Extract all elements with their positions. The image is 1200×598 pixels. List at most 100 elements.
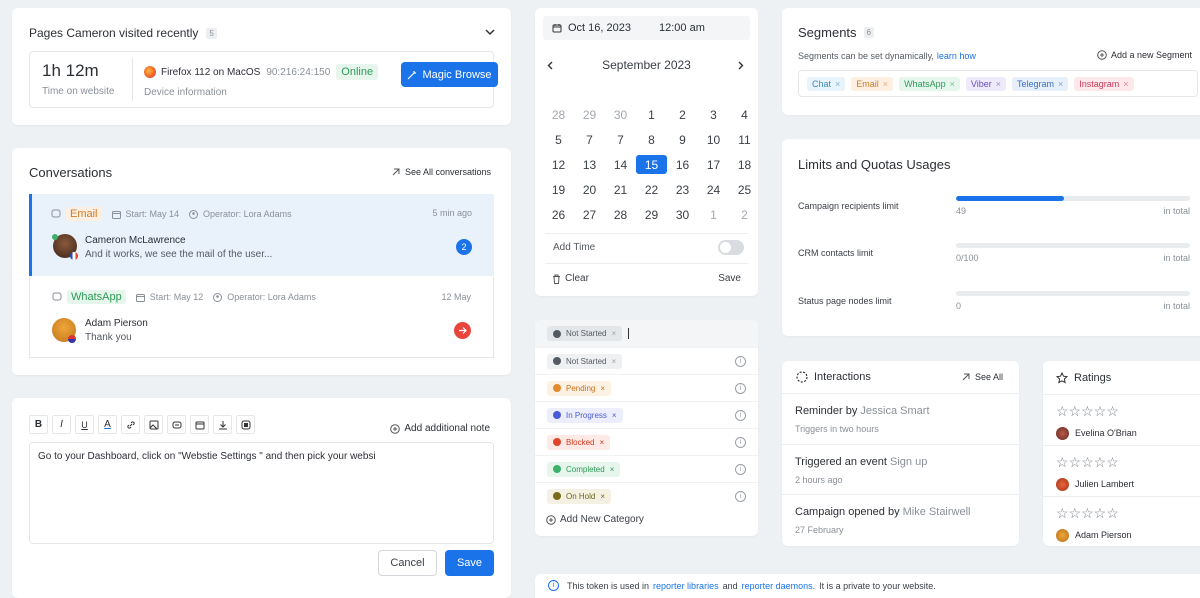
info-icon[interactable]: i: [735, 490, 746, 502]
segments-input[interactable]: Chat × Email × WhatsApp × Viber × Telegram × …: [798, 70, 1198, 97]
magic-browse-button[interactable]: Magic Browse: [401, 62, 498, 87]
underline-button[interactable]: U: [75, 415, 94, 434]
day-cell[interactable]: 20: [574, 180, 605, 199]
remove-icon[interactable]: ×: [611, 357, 616, 366]
info-icon[interactable]: i: [735, 409, 746, 421]
day-cell[interactable]: 16: [667, 155, 698, 174]
remove-icon[interactable]: ×: [883, 79, 888, 89]
embed-icon[interactable]: [167, 415, 186, 434]
interaction-item[interactable]: Triggered an event Sign up 2 hours ago: [782, 444, 1019, 494]
rating-stars[interactable]: ☆☆☆☆☆: [1056, 505, 1119, 522]
status-dot: [553, 465, 561, 473]
day-cell[interactable]: 7: [605, 130, 636, 149]
day-cell[interactable]: 5: [543, 130, 574, 149]
reporter-libraries-link[interactable]: reporter libraries: [653, 581, 719, 591]
date-time-header[interactable]: Oct 16, 2023 12:00 am: [543, 16, 750, 40]
day-cell[interactable]: 23: [667, 180, 698, 199]
day-cell[interactable]: 11: [729, 130, 760, 149]
day-cell[interactable]: 8: [636, 130, 667, 149]
info-icon[interactable]: i: [735, 382, 746, 394]
add-category-button[interactable]: Add New Category: [546, 514, 644, 525]
status-option[interactable]: Not Started × i: [535, 347, 758, 374]
remove-icon[interactable]: ×: [1058, 79, 1063, 89]
day-cell[interactable]: 21: [605, 180, 636, 199]
day-cell[interactable]: 17: [698, 155, 729, 174]
info-icon[interactable]: i: [735, 355, 746, 367]
day-cell[interactable]: 25: [729, 180, 760, 199]
see-all-conversations-link[interactable]: See All conversations: [392, 167, 491, 177]
add-time-toggle[interactable]: [718, 240, 744, 255]
remove-icon[interactable]: ×: [1123, 79, 1128, 89]
day-cell[interactable]: 7: [574, 130, 605, 149]
day-cell[interactable]: 13: [574, 155, 605, 174]
status-option[interactable]: In Progress × i: [535, 401, 758, 428]
learn-how-link[interactable]: learn how: [937, 51, 976, 61]
chevron-down-icon[interactable]: [485, 28, 495, 36]
cancel-button[interactable]: Cancel: [378, 550, 437, 576]
remove-icon[interactable]: ×: [600, 384, 605, 393]
status-option[interactable]: Blocked × i: [535, 428, 758, 455]
day-cell[interactable]: 24: [698, 180, 729, 199]
info-icon[interactable]: i: [735, 436, 746, 448]
chevron-right-icon[interactable]: [738, 61, 744, 70]
day-cell[interactable]: 1: [698, 205, 729, 224]
day-cell[interactable]: 2: [729, 205, 760, 224]
remove-icon[interactable]: ×: [599, 438, 604, 447]
day-cell[interactable]: 14: [605, 155, 636, 174]
day-cell[interactable]: 18: [729, 155, 760, 174]
rating-stars[interactable]: ☆☆☆☆☆: [1056, 403, 1119, 420]
bold-button[interactable]: B: [29, 415, 48, 434]
interaction-item[interactable]: Campaign opened by Mike Stairwell 27 Feb…: [782, 494, 1019, 544]
day-cell[interactable]: 26: [543, 205, 574, 224]
interaction-item[interactable]: Reminder by Jessica Smart Triggers in tw…: [782, 393, 1019, 443]
day-cell[interactable]: 10: [698, 130, 729, 149]
day-cell[interactable]: 12: [543, 155, 574, 174]
remove-icon[interactable]: ×: [611, 329, 616, 338]
italic-button[interactable]: I: [52, 415, 71, 434]
status-option[interactable]: Pending × i: [535, 374, 758, 401]
conversation-item[interactable]: WhatsApp Start: May 12 Operator: Lora Ad…: [29, 277, 494, 358]
day-cell[interactable]: 28: [543, 105, 574, 124]
day-cell[interactable]: 28: [605, 205, 636, 224]
calendar-save-button[interactable]: Save: [718, 273, 741, 284]
add-note-link[interactable]: Add additional note: [390, 423, 490, 434]
link-icon[interactable]: [121, 415, 140, 434]
status-option[interactable]: Completed × i: [535, 455, 758, 482]
day-cell[interactable]: 3: [698, 105, 729, 124]
calendar-icon[interactable]: [190, 415, 209, 434]
reporter-daemons-link[interactable]: reporter daemons.: [742, 581, 816, 591]
add-segment-button[interactable]: Add a new Segment: [1097, 50, 1192, 60]
info-icon[interactable]: i: [735, 463, 746, 475]
arrow-right-button[interactable]: [454, 322, 471, 339]
day-cell[interactable]: 2: [667, 105, 698, 124]
save-button[interactable]: Save: [445, 550, 494, 576]
remove-icon[interactable]: ×: [996, 79, 1001, 89]
remove-icon[interactable]: ×: [612, 411, 617, 420]
day-cell[interactable]: 4: [729, 105, 760, 124]
day-cell[interactable]: 30: [605, 105, 636, 124]
rating-stars[interactable]: ☆☆☆☆☆: [1056, 454, 1119, 471]
conversation-item[interactable]: Email Start: May 14 Operator: Lora Adams…: [29, 194, 494, 276]
day-cell[interactable]: 30: [667, 205, 698, 224]
note-textarea[interactable]: Go to your Dashboard, click on "Webstie …: [29, 442, 494, 544]
download-icon[interactable]: [213, 415, 232, 434]
day-cell[interactable]: 22: [636, 180, 667, 199]
remove-icon[interactable]: ×: [950, 79, 955, 89]
status-option[interactable]: On Hold × i: [535, 482, 758, 509]
day-cell[interactable]: 19: [543, 180, 574, 199]
day-cell[interactable]: 9: [667, 130, 698, 149]
day-cell[interactable]: 29: [636, 205, 667, 224]
remove-icon[interactable]: ×: [600, 492, 605, 501]
remove-icon[interactable]: ×: [610, 465, 615, 474]
status-input[interactable]: Not Started ×: [535, 320, 758, 347]
see-all-interactions-link[interactable]: See All: [962, 372, 1003, 382]
text-color-button[interactable]: A: [98, 415, 117, 434]
day-cell[interactable]: 29: [574, 105, 605, 124]
clear-button[interactable]: Clear: [552, 273, 589, 284]
day-cell-selected[interactable]: 15: [636, 155, 667, 174]
image-icon[interactable]: [144, 415, 163, 434]
remove-icon[interactable]: ×: [835, 79, 840, 89]
day-cell[interactable]: 27: [574, 205, 605, 224]
day-cell[interactable]: 1: [636, 105, 667, 124]
widget-icon[interactable]: [236, 415, 255, 434]
